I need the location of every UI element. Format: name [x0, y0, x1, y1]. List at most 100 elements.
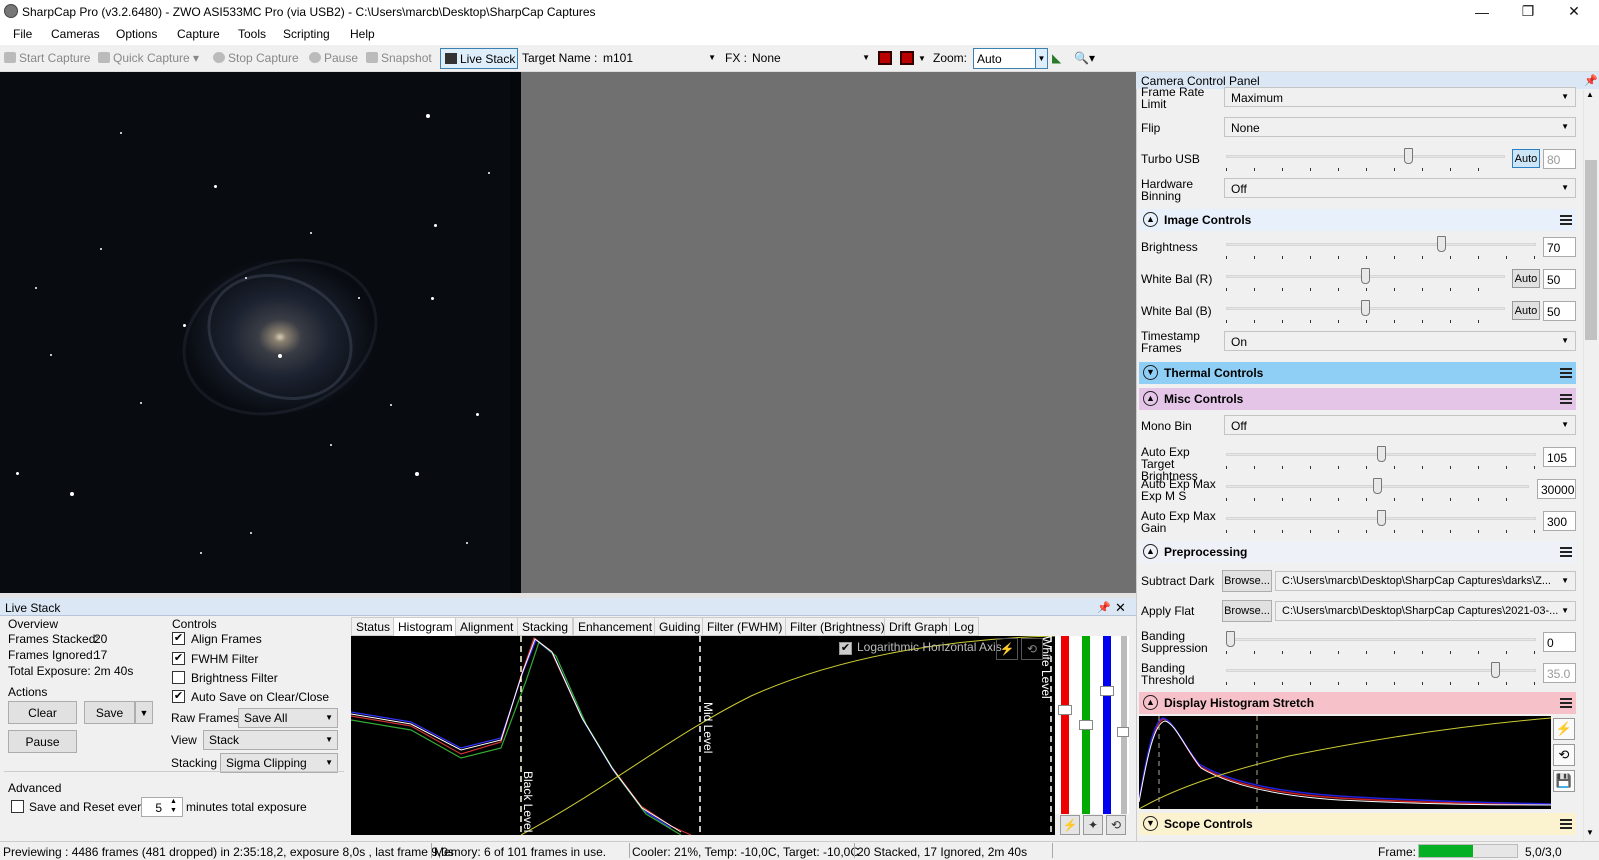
scroll-up-icon[interactable]: ▲: [1586, 90, 1594, 99]
menu-help[interactable]: Help: [350, 27, 375, 41]
clear-button[interactable]: Clear: [8, 701, 77, 724]
menu-icon[interactable]: [1560, 368, 1572, 378]
wb-r-slider[interactable]: [1226, 268, 1505, 291]
turbo-usb-slider[interactable]: [1226, 148, 1505, 171]
slider-handle[interactable]: [1100, 686, 1114, 696]
tab-guiding[interactable]: Guiding: [654, 617, 706, 636]
wb-b-value[interactable]: 50: [1543, 301, 1576, 321]
turbo-usb-auto-button[interactable]: Auto: [1512, 149, 1540, 168]
pause-button[interactable]: Pause: [309, 51, 358, 65]
save-dropdown-button[interactable]: ▼: [135, 701, 153, 724]
slider-handle[interactable]: [1058, 705, 1072, 715]
auto-stretch-icon[interactable]: ⚡: [1553, 718, 1575, 740]
spinner-arrows-icon[interactable]: ▲ ▼: [170, 797, 177, 815]
subtract-dark-combo[interactable]: C:\Users\marcb\Desktop\SharpCap Captures…: [1275, 571, 1576, 591]
menu-cameras[interactable]: Cameras: [51, 27, 100, 41]
menu-icon[interactable]: [1560, 819, 1572, 829]
slider-thumb[interactable]: [1373, 478, 1382, 494]
menu-capture[interactable]: Capture: [177, 27, 220, 41]
stacking-combo[interactable]: Sigma Clipping ▼: [220, 753, 338, 773]
auto-save-checkbox[interactable]: ✔: [172, 690, 185, 703]
pause-stack-button[interactable]: Pause: [8, 730, 77, 753]
auto-exp-target-slider[interactable]: [1226, 446, 1536, 469]
display-histogram[interactable]: [1139, 716, 1551, 809]
hardware-binning-combo[interactable]: Off ▼: [1224, 178, 1576, 198]
menu-scripting[interactable]: Scripting: [283, 27, 330, 41]
save-reset-checkbox[interactable]: [11, 800, 24, 813]
red-level-slider[interactable]: [1061, 636, 1069, 814]
close-icon[interactable]: ✕: [1115, 600, 1126, 616]
auto-exp-max-exp-slider[interactable]: [1226, 478, 1529, 501]
raw-frames-combo[interactable]: Save All ▼: [238, 708, 338, 728]
mono-bin-combo[interactable]: Off ▼: [1224, 415, 1576, 435]
wb-r-auto-button[interactable]: Auto: [1512, 269, 1540, 288]
tab-enhancement[interactable]: Enhancement: [573, 617, 658, 636]
wb-b-auto-button[interactable]: Auto: [1512, 301, 1540, 320]
flip-combo[interactable]: None ▼: [1224, 117, 1576, 137]
banding-suppression-value[interactable]: 0: [1543, 632, 1576, 652]
subtract-dark-browse-button[interactable]: Browse...: [1222, 570, 1272, 592]
pin-icon[interactable]: 📌: [1097, 601, 1111, 614]
banding-threshold-slider[interactable]: [1226, 662, 1536, 685]
start-capture-button[interactable]: Start Capture: [4, 51, 90, 65]
menu-icon[interactable]: [1560, 547, 1572, 557]
luminance-level-slider[interactable]: [1121, 636, 1127, 814]
tab-stacking[interactable]: Stacking: [517, 617, 574, 636]
slider-thumb[interactable]: [1377, 446, 1386, 462]
slider-thumb[interactable]: [1437, 236, 1446, 252]
histogram-icon[interactable]: ◣: [1052, 51, 1061, 65]
menu-tools[interactable]: Tools: [238, 27, 266, 41]
tab-drift-graph[interactable]: Drift Graph: [884, 617, 953, 636]
menu-icon[interactable]: [1560, 215, 1572, 225]
auto-exp-target-value[interactable]: 105: [1543, 447, 1576, 467]
align-frames-checkbox[interactable]: ✔: [172, 632, 185, 645]
log-axis-checkbox[interactable]: ✔: [839, 642, 852, 655]
auto-exp-max-gain-slider[interactable]: [1226, 510, 1536, 533]
menu-icon[interactable]: [1560, 698, 1572, 708]
slider-thumb[interactable]: [1361, 268, 1370, 284]
apply-flat-combo[interactable]: C:\Users\marcb\Desktop\SharpCap Captures…: [1275, 601, 1576, 621]
slider-thumb[interactable]: [1226, 631, 1235, 647]
tab-histogram[interactable]: Histogram: [393, 617, 458, 637]
stop-capture-button[interactable]: Stop Capture: [213, 51, 299, 65]
reset-icon[interactable]: ⟲: [1021, 638, 1043, 660]
stack-histogram[interactable]: Black Level Mid Level White Level ✔ Loga…: [351, 636, 1055, 835]
view-combo[interactable]: Stack ▼: [203, 730, 338, 750]
slider-thumb[interactable]: [1404, 148, 1413, 164]
auto-exp-max-exp-value[interactable]: 30000: [1537, 479, 1576, 499]
tab-filter-brightness[interactable]: Filter (Brightness): [785, 617, 890, 636]
brightness-slider[interactable]: [1226, 236, 1536, 259]
snapshot-button[interactable]: Snapshot: [366, 51, 432, 65]
target-name-combo[interactable]: m101 ▼: [599, 48, 719, 69]
histogram-stretch-header[interactable]: ▲ Display Histogram Stretch: [1139, 692, 1576, 714]
slider-thumb[interactable]: [1361, 300, 1370, 316]
slider-handle[interactable]: [1079, 720, 1093, 730]
zoom-tool-icon[interactable]: 🔍▾: [1074, 51, 1095, 65]
ccp-scroll-thumb[interactable]: [1585, 160, 1597, 340]
auto-exp-max-gain-value[interactable]: 300: [1543, 511, 1576, 531]
preprocessing-header[interactable]: ▲ Preprocessing: [1139, 541, 1576, 563]
misc-controls-header[interactable]: ▲ Misc Controls: [1139, 388, 1576, 410]
brightness-filter-checkbox[interactable]: [172, 671, 185, 684]
zoom-combo[interactable]: Auto ▼: [973, 48, 1048, 69]
close-button[interactable]: ✕: [1551, 0, 1597, 23]
scope-controls-header[interactable]: ▼ Scope Controls: [1139, 813, 1576, 835]
minimize-button[interactable]: —: [1459, 0, 1505, 23]
chevron-down-icon[interactable]: ▼: [918, 54, 926, 63]
tab-alignment[interactable]: Alignment: [455, 617, 519, 636]
auto-stretch-icon[interactable]: ⚡: [1060, 815, 1080, 835]
reset-icon[interactable]: ⟲: [1553, 744, 1575, 766]
timestamp-frames-combo[interactable]: On ▼: [1224, 331, 1576, 351]
apply-flat-browse-button[interactable]: Browse...: [1222, 600, 1272, 622]
image-controls-header[interactable]: ▲ Image Controls: [1139, 209, 1576, 231]
reticle-icon[interactable]: [878, 51, 892, 65]
auto-stretch-icon[interactable]: ⚡: [996, 638, 1018, 660]
blue-level-slider[interactable]: [1103, 636, 1111, 814]
fwhm-filter-checkbox[interactable]: ✔: [172, 652, 185, 665]
fx-combo[interactable]: None ▼: [748, 48, 873, 69]
brightness-value[interactable]: 70: [1543, 237, 1576, 257]
reset-icon[interactable]: ⟲: [1106, 815, 1126, 835]
tab-log[interactable]: Log: [949, 617, 980, 636]
menu-file[interactable]: File: [13, 27, 32, 41]
pin-icon[interactable]: 📌: [1584, 74, 1598, 87]
